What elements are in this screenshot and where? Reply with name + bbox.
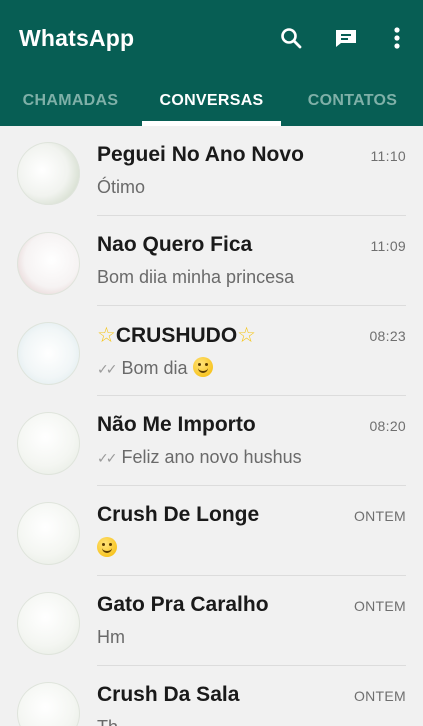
new-chat-button[interactable] <box>330 22 362 54</box>
double-check-icon: ✓✓ <box>97 450 118 466</box>
chat-name: Nao Quero Fica <box>97 233 253 256</box>
double-check-icon: ✓✓ <box>97 361 118 377</box>
chat-name: Crush De Longe <box>97 503 260 526</box>
new-chat-icon <box>336 30 356 47</box>
chat-time: 11:10 <box>370 148 406 164</box>
tab-conversas[interactable]: CONVERSAS <box>141 76 282 126</box>
chat-row[interactable]: ☆CRUSHUDO☆ ✓✓ Bom dia 08:23 <box>0 306 423 396</box>
smile-emoji-icon <box>97 537 117 557</box>
tab-bar: CHAMADAS CONVERSAS CONTATOS <box>0 76 423 126</box>
chat-name: Peguei No Ano Novo <box>97 143 304 166</box>
chat-row[interactable]: Crush De Longe ONTEM <box>0 486 423 576</box>
chat-row[interactable]: Crush Da Sala Th ONTEM <box>0 666 423 726</box>
chat-preview-text: Feliz ano novo hushus <box>121 447 302 467</box>
chat-row[interactable]: Peguei No Ano Novo Ótimo 11:10 <box>0 126 423 216</box>
avatar[interactable] <box>17 682 80 726</box>
more-vert-icon <box>394 27 400 49</box>
tab-chamadas[interactable]: CHAMADAS <box>0 76 141 126</box>
avatar[interactable] <box>17 322 80 385</box>
chat-name-text: CRUSHUDO <box>115 324 238 347</box>
smile-emoji-icon <box>192 357 213 377</box>
chat-row[interactable]: Gato Pra Caralho Hm ONTEM <box>0 576 423 666</box>
avatar[interactable] <box>17 592 80 655</box>
chat-list[interactable]: Peguei No Ano Novo Ótimo 11:10 Nao Quero… <box>0 126 423 726</box>
chat-preview-text: Bom dia <box>121 358 188 378</box>
chat-preview: ✓✓ Bom dia <box>97 357 213 379</box>
avatar[interactable] <box>17 412 80 475</box>
chat-preview <box>97 537 117 559</box>
chat-preview: Th <box>97 717 118 726</box>
star-icon: ☆ <box>237 324 256 347</box>
chat-time: 08:20 <box>369 418 406 434</box>
chat-preview: ✓✓ Feliz ano novo hushus <box>97 447 302 468</box>
search-icon <box>281 28 302 49</box>
chat-time: ONTEM <box>353 508 406 524</box>
chat-time: 08:23 <box>369 328 406 344</box>
avatar[interactable] <box>17 142 80 205</box>
chat-time: ONTEM <box>353 598 406 614</box>
search-button[interactable] <box>275 22 307 54</box>
chat-row[interactable]: Não Me Importo ✓✓ Feliz ano novo hushus … <box>0 396 423 486</box>
chat-time: 11:09 <box>370 238 406 254</box>
chat-row[interactable]: Nao Quero Fica Bom diia minha princesa 1… <box>0 216 423 306</box>
avatar[interactable] <box>17 502 80 565</box>
tab-contatos[interactable]: CONTATOS <box>282 76 423 126</box>
chat-name: Crush Da Sala <box>97 683 240 706</box>
chat-name: ☆CRUSHUDO☆ <box>97 323 256 348</box>
app-bar: WhatsApp CHAMADAS CONVERSAS CONTATOS <box>0 0 423 126</box>
chat-preview: Hm <box>97 627 125 647</box>
chat-time: ONTEM <box>353 688 406 704</box>
avatar[interactable] <box>17 232 80 295</box>
chat-preview: Ótimo <box>97 177 146 197</box>
chat-name: Gato Pra Caralho <box>97 593 269 616</box>
more-options-button[interactable] <box>381 22 413 54</box>
star-icon: ☆ <box>97 324 116 347</box>
app-title: WhatsApp <box>19 25 135 51</box>
chat-name: Não Me Importo <box>97 413 256 436</box>
chat-preview: Bom diia minha princesa <box>97 267 295 287</box>
